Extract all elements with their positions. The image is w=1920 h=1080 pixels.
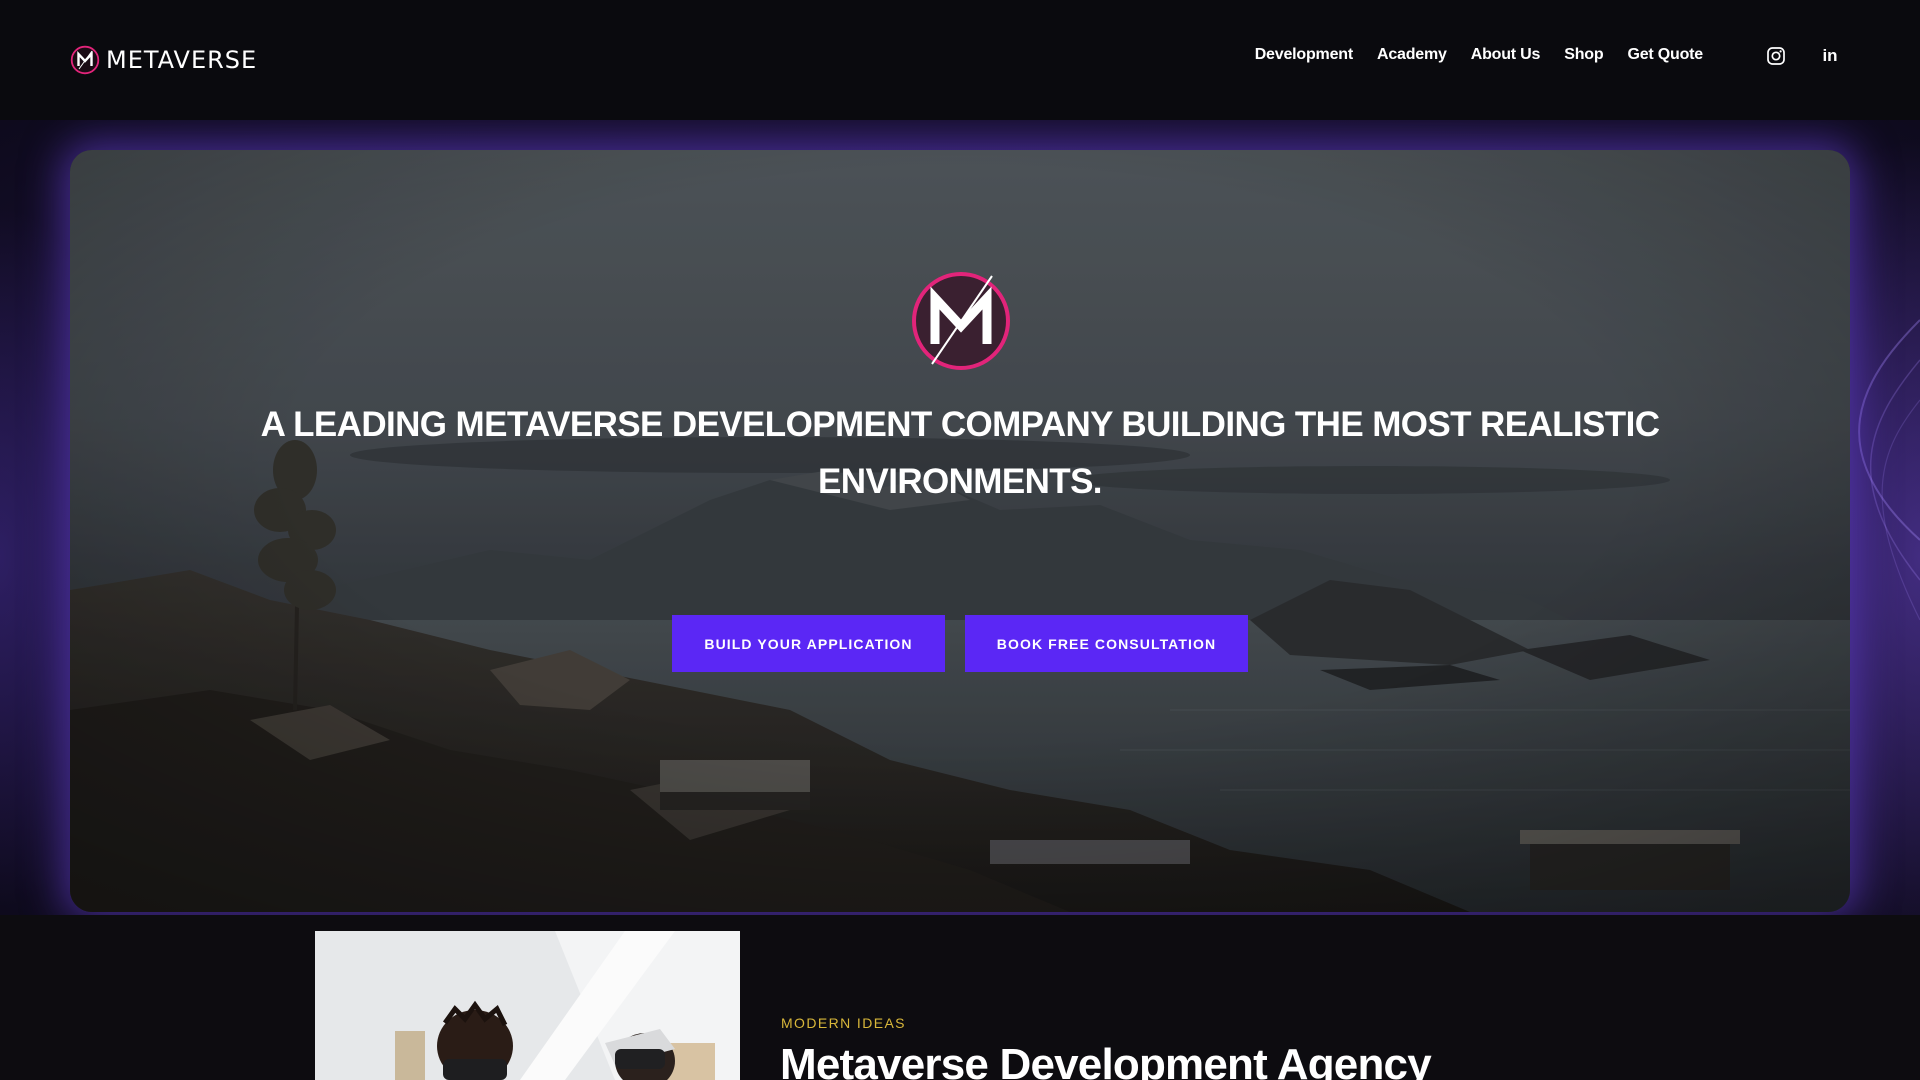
nav-item-development[interactable]: Development <box>1255 46 1353 64</box>
nav-item-about-us[interactable]: About Us <box>1471 46 1541 64</box>
section-title: Metaverse Development Agency <box>780 1040 1432 1080</box>
nav-item-shop[interactable]: Shop <box>1564 46 1603 64</box>
nav-item-academy[interactable]: Academy <box>1377 46 1447 64</box>
build-application-button[interactable]: BUILD YOUR APPLICATION <box>672 615 945 672</box>
brand-name: METAVERSE <box>106 46 258 74</box>
hero-headline: A LEADING METAVERSE DEVELOPMENT COMPANY … <box>260 405 1660 501</box>
site-header: METAVERSE Development Academy About Us S… <box>0 0 1920 120</box>
hero-section: A LEADING METAVERSE DEVELOPMENT COMPANY … <box>70 150 1850 912</box>
brand-logo-link[interactable]: METAVERSE <box>70 45 257 75</box>
linkedin-icon: in <box>1822 46 1838 65</box>
nav-item-get-quote[interactable]: Get Quote <box>1627 46 1703 64</box>
book-consultation-button[interactable]: BOOK FREE CONSULTATION <box>965 615 1248 672</box>
instagram-icon <box>1767 47 1785 65</box>
instagram-link[interactable] <box>1766 46 1786 66</box>
linkedin-link[interactable]: in <box>1820 46 1840 66</box>
main-nav: Development Academy About Us Shop Get Qu… <box>1255 46 1703 64</box>
hero-metaverse-logo-icon <box>912 272 1010 370</box>
social-links: in <box>1766 46 1840 66</box>
metaverse-logo-icon <box>70 45 100 75</box>
hero-landscape-image <box>70 150 1850 912</box>
section-eyebrow: MODERN IDEAS <box>781 1015 906 1031</box>
vr-people-image <box>315 931 740 1080</box>
hero-cta-group: BUILD YOUR APPLICATION BOOK FREE CONSULT… <box>672 615 1248 672</box>
